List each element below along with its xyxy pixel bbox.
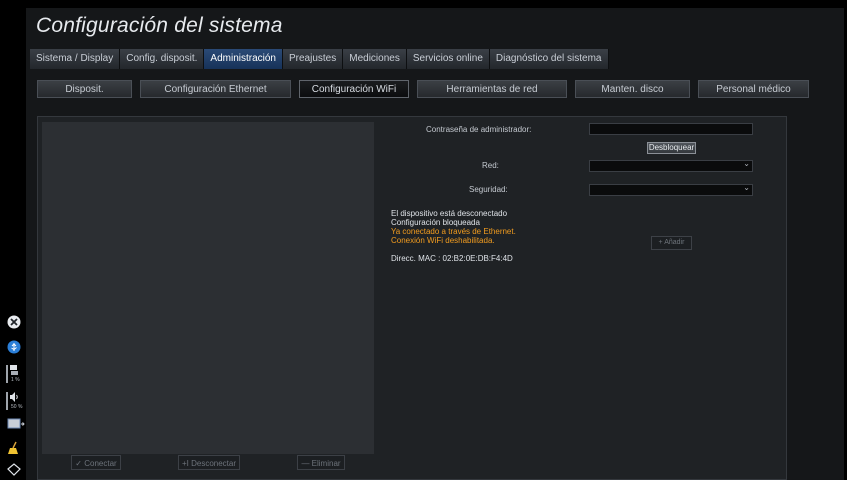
add-button[interactable]: + Añadir [651, 236, 692, 250]
subtab-bar: Disposit. Configuración Ethernet Configu… [37, 80, 809, 98]
security-select[interactable]: ⌄ [589, 183, 753, 196]
subtab-disposit[interactable]: Disposit. [37, 80, 132, 98]
status-locked: Configuración bloqueada [391, 218, 480, 227]
disk-usage-text: 1 % [11, 377, 20, 383]
subtab-wifi[interactable]: Configuración WiFi [299, 80, 409, 98]
chevron-down-icon: ⌄ [743, 183, 750, 192]
security-label: Seguridad: [469, 185, 508, 194]
admin-password-label: Contraseña de administrador: [426, 125, 532, 134]
status-disconnected: El dispositivo está desconectado [391, 209, 508, 218]
warning-ethernet: Ya conectado a través de Ethernet. [391, 227, 516, 236]
subtab-herramientas-red[interactable]: Herramientas de red [417, 80, 567, 98]
wifi-icon[interactable] [7, 463, 21, 477]
subtab-manten-disco[interactable]: Manten. disco [575, 80, 690, 98]
subtab-ethernet[interactable]: Configuración Ethernet [140, 80, 291, 98]
delete-button[interactable]: — Eliminar [297, 455, 345, 470]
tab-config-disposit[interactable]: Config. disposit. [120, 49, 205, 69]
disconnect-button[interactable]: +I Desconectar [178, 455, 240, 470]
chevron-down-icon: ⌄ [743, 159, 750, 168]
speaker-icon[interactable] [7, 390, 21, 404]
tab-servicios-online[interactable]: Servicios online [406, 49, 490, 69]
tab-administracion[interactable]: Administración [204, 49, 283, 69]
disk-usage-bar [6, 365, 8, 383]
network-select[interactable]: ⌄ [589, 159, 753, 172]
tab-preajustes[interactable]: Preajustes [283, 49, 344, 69]
tab-sistema-display[interactable]: Sistema / Display [30, 49, 121, 69]
volume-bar [6, 392, 8, 410]
wifi-network-list[interactable] [42, 122, 374, 454]
network-label: Red: [482, 161, 499, 170]
tab-mediciones[interactable]: Mediciones [343, 49, 407, 69]
subtab-personal-medico[interactable]: Personal médico [698, 80, 809, 98]
disk-icon [7, 363, 21, 377]
tab-diagnostico[interactable]: Diagnóstico del sistema [489, 49, 609, 69]
mac-address: Direcc. MAC : 02:B2:0E:DB:F4:4D [391, 254, 513, 263]
connect-button[interactable]: ✓ Conectar [71, 455, 121, 470]
admin-password-input[interactable] [589, 123, 753, 135]
screen-capture-icon[interactable] [7, 417, 25, 431]
broom-icon[interactable] [7, 441, 21, 455]
volume-text: 50 % [11, 404, 23, 410]
usb-icon[interactable] [7, 340, 21, 354]
close-circle-icon[interactable] [7, 315, 21, 329]
page-title: Configuración del sistema [36, 14, 283, 37]
main-tab-bar: Sistema / Display Config. disposit. Admi… [30, 49, 609, 69]
unlock-button[interactable]: Desbloquear [647, 142, 696, 154]
warning-wifi-disabled: Conexión WiFi deshabilitada. [391, 236, 495, 245]
